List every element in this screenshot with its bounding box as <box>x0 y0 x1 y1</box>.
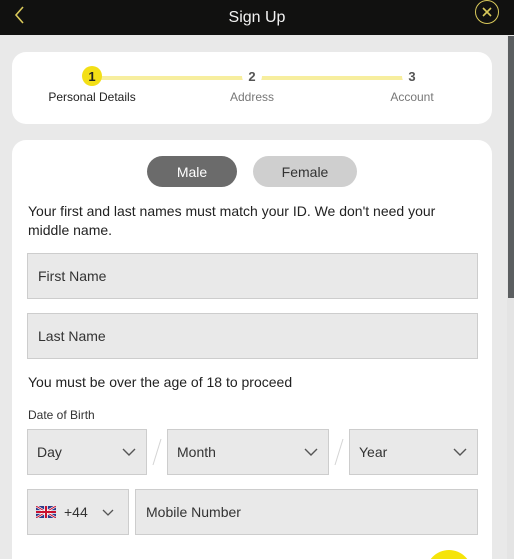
uk-flag-icon <box>36 506 56 518</box>
date-separator <box>152 438 162 466</box>
next-button[interactable] <box>426 550 472 559</box>
age-note: You must be over the age of 18 to procee… <box>28 374 293 390</box>
first-name-placeholder: First Name <box>38 268 107 284</box>
step-account: 3 Account <box>352 66 472 104</box>
step-personal-details: 1 Personal Details <box>32 66 152 104</box>
first-name-input[interactable]: First Name <box>27 253 478 299</box>
step-number: 1 <box>82 66 102 86</box>
country-code-select[interactable]: +44 <box>27 489 129 535</box>
step-label: Account <box>390 90 434 104</box>
dob-month-select[interactable]: Month <box>167 429 329 475</box>
back-button[interactable] <box>8 2 30 28</box>
gender-male-button[interactable]: Male <box>147 156 237 187</box>
date-separator <box>334 438 344 466</box>
mobile-number-input[interactable]: Mobile Number <box>135 489 478 535</box>
app-header: Sign Up <box>0 0 514 35</box>
last-name-placeholder: Last Name <box>38 328 106 344</box>
dob-day-value: Day <box>37 444 62 460</box>
chevron-down-icon <box>102 509 114 516</box>
dob-month-value: Month <box>177 444 216 460</box>
dob-day-select[interactable]: Day <box>27 429 147 475</box>
step-label: Address <box>229 90 275 104</box>
chevron-left-icon <box>14 6 24 24</box>
close-button[interactable] <box>475 0 499 24</box>
last-name-input[interactable]: Last Name <box>27 313 478 359</box>
progress-stepper-card: 1 Personal Details 2 Address 3 Account <box>12 52 492 124</box>
step-number: 3 <box>402 66 422 86</box>
dob-year-select[interactable]: Year <box>349 429 478 475</box>
country-code-value: +44 <box>64 504 88 520</box>
scrollbar-thumb[interactable] <box>508 36 514 298</box>
progress-stepper: 1 Personal Details 2 Address 3 Account <box>12 52 492 124</box>
step-address: 2 Address <box>192 66 312 104</box>
page-title: Sign Up <box>228 8 286 26</box>
gender-female-button[interactable]: Female <box>253 156 357 187</box>
dob-label: Date of Birth <box>28 408 95 422</box>
mobile-number-placeholder: Mobile Number <box>146 504 241 520</box>
names-note: Your first and last names must match you… <box>28 203 436 238</box>
gender-toggle: Male Female <box>12 156 492 187</box>
step-number: 2 <box>242 66 262 86</box>
step-label: Personal Details <box>48 90 136 104</box>
close-icon <box>482 7 492 17</box>
chevron-down-icon <box>304 448 318 456</box>
chevron-down-icon <box>122 448 136 456</box>
dob-year-value: Year <box>359 444 388 460</box>
chevron-down-icon <box>453 448 467 456</box>
personal-details-form: Male Female Your first and last names mu… <box>12 140 492 559</box>
